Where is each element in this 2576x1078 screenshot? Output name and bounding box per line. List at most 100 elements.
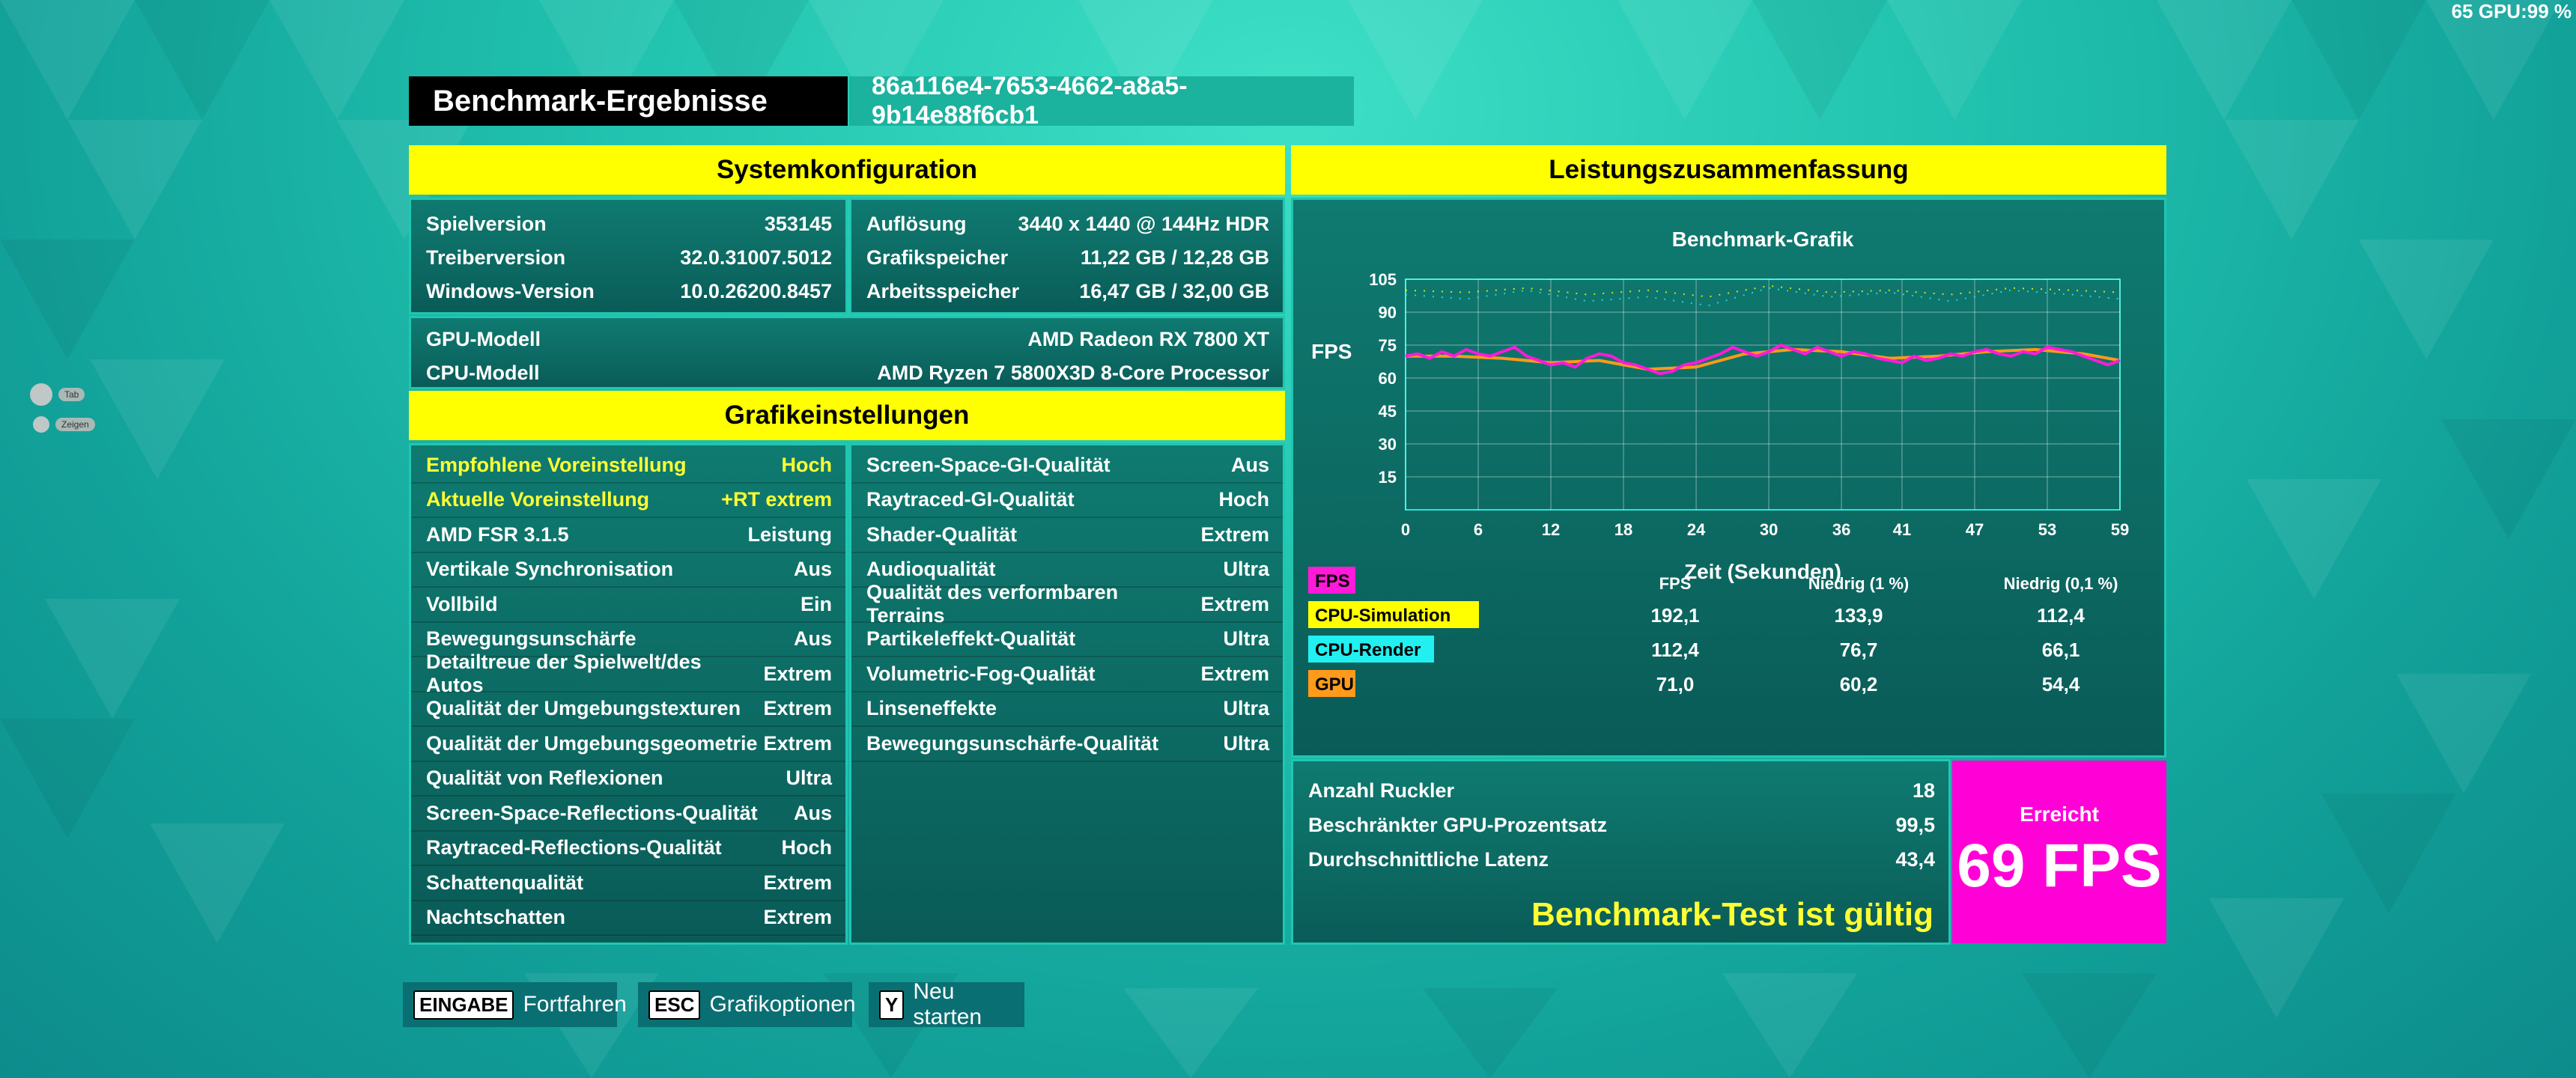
- plot-frame: [1405, 278, 2121, 511]
- benchmark-chart: Benchmark-Grafik 0 6 12 18 24 30 36 41 47 53 59 15 30…: [1308, 228, 2129, 697]
- graphics-setting-value: Hoch: [1218, 488, 1270, 511]
- system-setting-row: Grafikspeicher 11,22 GB / 12,28 GB: [851, 241, 1283, 275]
- graphics-setting-row: Qualität von Reflexionen Ultra: [411, 762, 845, 797]
- graphics-setting-row: Vertikale Synchronisation Aus: [411, 553, 845, 588]
- stats-box: Anzahl Ruckler 18 Beschränkter GPU-Prozent…: [1291, 759, 1951, 945]
- graphics-setting-value: Extrem: [763, 662, 832, 685]
- graphics-setting-label: Raytraced-Reflections-Qualität: [426, 836, 722, 859]
- side-controls: Tab Zeigen: [30, 383, 95, 443]
- stat-row: Beschränkter GPU-Prozentsatz 99,5: [1293, 808, 1948, 842]
- x-tick-label: 24: [1687, 520, 1706, 539]
- stat-value: 99,5: [1895, 813, 1935, 836]
- graphics-setting-label: Aktuelle Voreinstellung: [426, 488, 650, 511]
- graphics-setting-value: Leistung: [747, 523, 833, 546]
- graphics-setting-value: Aus: [793, 627, 832, 651]
- side-pill-1[interactable]: Tab: [58, 388, 85, 401]
- stats-column-header: Niedrig (1 %): [1808, 574, 1909, 593]
- stats-value: 66,1: [2042, 639, 2080, 661]
- achieved-value: 69 FPS: [1957, 832, 2162, 900]
- validity-message: Benchmark-Test ist gültig: [1531, 896, 1933, 933]
- system-setting-label: Arbeitsspeicher: [866, 280, 1020, 302]
- graphics-setting-label: AMD FSR 3.1.5: [426, 523, 569, 546]
- graphics-setting-value: Extrem: [763, 871, 832, 894]
- system-setting-value: 353145: [764, 213, 832, 235]
- eye-icon: [33, 416, 49, 433]
- stats-value: 71,0: [1656, 673, 1695, 695]
- system-setting-row: Spielversion 353145: [411, 207, 845, 241]
- performance-overlay: 65 GPU:99 %: [2451, 0, 2572, 22]
- stat-label: Durchschnittliche Latenz: [1308, 847, 1549, 871]
- graphics-setting-row: Schattenqualität Extrem: [411, 866, 845, 901]
- system-setting-value: 32.0.31007.5012: [680, 246, 832, 269]
- stats-column-header: Niedrig (0,1 %): [2004, 574, 2118, 593]
- graphics-setting-value: Extrem: [1200, 523, 1269, 546]
- graphics-setting-value: Extrem: [1200, 662, 1269, 685]
- system-setting-label: Auflösung: [866, 213, 967, 235]
- graphics-setting-row: Aktuelle Voreinstellung +RT extrem: [411, 484, 845, 518]
- x-tick-label: 18: [1614, 520, 1632, 539]
- summary-heading: Leistungszusammenfassung: [1291, 145, 2166, 195]
- graphics-heading: Grafikeinstellungen: [409, 391, 1285, 440]
- graphics-setting-label: Audioqualität: [866, 558, 996, 581]
- hardware-info-label: CPU-Modell: [426, 362, 540, 384]
- hardware-info-value: AMD Radeon RX 7800 XT: [1027, 328, 1269, 350]
- achieved-label: Erreicht: [2020, 803, 2099, 826]
- x-tick-label: 30: [1760, 520, 1778, 539]
- legend-label: CPU-Render: [1315, 640, 1421, 660]
- graphics-setting-label: Volumetric-Fog-Qualität: [866, 662, 1096, 685]
- graphics-left-box: Empfohlene Voreinstellung Hoch Aktuelle Vo…: [409, 443, 848, 945]
- enter-key: EINGABE: [413, 990, 514, 1020]
- y-tick-label: 90: [1379, 303, 1397, 322]
- system-setting-label: Grafikspeicher: [866, 246, 1009, 269]
- restart-button[interactable]: Y Neu starten: [869, 979, 1024, 1029]
- graphics-setting-value: Hoch: [781, 453, 833, 476]
- stats-value: 112,4: [1651, 639, 1699, 661]
- graphics-setting-label: Screen-Space-Reflections-Qualität: [426, 801, 758, 824]
- side-pill-2[interactable]: Zeigen: [55, 418, 95, 431]
- graphics-setting-label: Bewegungsunschärfe-Qualität: [866, 731, 1159, 755]
- legend-label: CPU-Simulation: [1315, 606, 1450, 626]
- stats-value: 112,4: [2037, 604, 2085, 627]
- chart-box: Benchmark-Grafik 0 6 12 18 24 30 36 41 47 53 59 15 30…: [1291, 198, 2166, 758]
- system-heading: Systemkonfiguration: [409, 145, 1285, 195]
- system-setting-value: 16,47 GB / 32,00 GB: [1079, 280, 1269, 302]
- graphics-setting-value: +RT extrem: [721, 488, 832, 511]
- graphics-setting-row: Nachtschatten Extrem: [411, 901, 845, 936]
- graphics-setting-label: Detailtreue der Spielwelt/des Autos: [426, 651, 702, 697]
- x-tick-label: 59: [2111, 520, 2129, 539]
- graphics-setting-value: Extrem: [763, 906, 832, 929]
- stat-row: Anzahl Ruckler 18: [1293, 773, 1948, 808]
- chart-title: Benchmark-Grafik: [1672, 228, 1854, 251]
- system-setting-value: 3440 x 1440 @ 144Hz HDR: [1018, 213, 1269, 235]
- system-setting-label: Windows-Version: [426, 280, 595, 302]
- x-tick-label: 41: [1893, 520, 1911, 539]
- graphics-setting-row: Shader-Qualität Extrem: [851, 518, 1283, 553]
- continue-button[interactable]: EINGABE Fortfahren: [403, 982, 627, 1027]
- stat-label: Beschränkter GPU-Prozentsatz: [1308, 813, 1608, 836]
- series-line-cpu-simulation: [1405, 284, 2121, 298]
- hardware-info-row: CPU-Modell AMD Ryzen 7 5800X3D 8-Core Pro…: [411, 356, 1283, 390]
- stat-label: Anzahl Ruckler: [1308, 779, 1455, 802]
- graphics-setting-row: Volumetric-Fog-Qualität Extrem: [851, 657, 1283, 692]
- x-tick-label: 0: [1401, 520, 1410, 539]
- background-pattern: [0, 0, 2576, 1078]
- graphics-setting-label: Empfohlene Voreinstellung: [426, 453, 687, 476]
- graphics-setting-row: Raytraced-GI-Qualität Hoch: [851, 484, 1283, 518]
- x-tick-label: 47: [1966, 520, 1984, 539]
- esc-key: ESC: [648, 990, 701, 1020]
- graphics-setting-value: Extrem: [1200, 592, 1269, 615]
- x-tick-label: 53: [2038, 520, 2056, 539]
- restart-label: Neu starten: [913, 979, 982, 1029]
- graphics-options-button[interactable]: ESC Grafikoptionen: [638, 982, 856, 1027]
- y-tick-label: 30: [1379, 435, 1397, 454]
- graphics-setting-row: Raytraced-Reflections-Qualität Hoch: [411, 832, 845, 866]
- system-setting-row: Arbeitsspeicher 16,47 GB / 32,00 GB: [851, 275, 1283, 308]
- graphics-setting-row: Partikeleffekt-Qualität Ultra: [851, 623, 1283, 657]
- graphics-setting-value: Extrem: [763, 731, 832, 755]
- graphics-setting-value: Aus: [793, 801, 832, 824]
- system-setting-row: Treiberversion 32.0.31007.5012: [411, 241, 845, 275]
- graphics-setting-label: Shader-Qualität: [866, 523, 1018, 546]
- run-id: 86a116e4-7653-4662-a8a5-9b14e88f6cb1: [849, 72, 1354, 130]
- graphics-setting-row: Screen-Space-Reflections-Qualität Aus: [411, 797, 845, 832]
- y-tick-label: 60: [1379, 369, 1397, 388]
